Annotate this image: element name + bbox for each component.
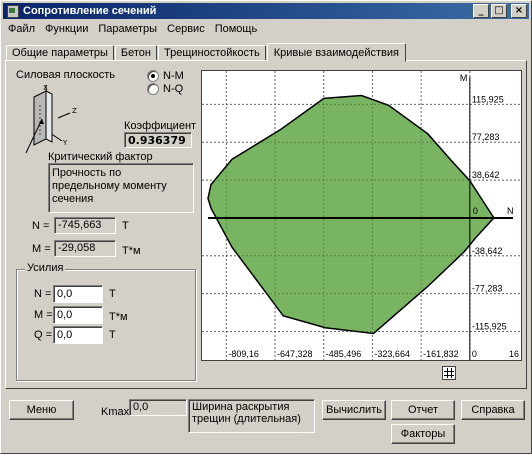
effort-m-input[interactable]: 0,0 [53, 306, 103, 324]
crack-width-text: Ширина раскрытия трещин (длительная) [192, 401, 301, 425]
menu-service[interactable]: Сервис [162, 23, 210, 35]
tab-interaction-curves[interactable]: Кривые взаимодействия [266, 43, 406, 62]
app-window: Сопротивление сечений _ □ × Файл Функции… [0, 0, 532, 454]
help-button[interactable]: Справка [461, 400, 525, 420]
report-button[interactable]: Отчет [391, 400, 455, 420]
grid-toggle-icon[interactable] [442, 366, 456, 380]
m-result-box: -29,058 [54, 240, 116, 257]
effort-m-label: M = [34, 309, 53, 321]
coefficient-box: 0.936379 [124, 132, 192, 148]
menu-button[interactable]: Меню [9, 400, 74, 420]
effort-q-input[interactable]: 0,0 [53, 326, 103, 344]
radio-nm[interactable] [147, 70, 159, 82]
menu-bar: Файл Функции Параметры Сервис Помощь [3, 20, 529, 38]
n-result-value: -745,663 [58, 219, 102, 231]
m-result-label: M = [32, 243, 51, 255]
tab-panel: Силовая плоскость N-M N-Q X Z Y Коэффици… [5, 60, 527, 389]
radio-nq[interactable] [147, 83, 159, 95]
menu-help[interactable]: Помощь [210, 23, 263, 35]
radio-nm-label[interactable]: N-M [163, 70, 184, 82]
tab-strip: Общие параметры Бетон Трещиностойкость К… [6, 43, 407, 62]
effort-q-label: Q = [34, 329, 53, 341]
x-tick-label: 16 [509, 349, 519, 359]
y-tick-label: -115,925 [472, 322, 507, 332]
y-tick-label: 38,642 [472, 170, 500, 180]
x-tick-label: -647,328 [277, 349, 313, 359]
section-orientation-icon: X Z Y [25, 84, 77, 154]
x-tick-label: -161,832 [423, 349, 459, 359]
interaction-curve-plot[interactable]: 115,925 77,283 38,642 -38,642 -77,283 -115,92… [201, 70, 522, 361]
critical-factor-label: Критический фактор [48, 151, 153, 163]
efforts-title: Усилия [25, 262, 66, 274]
menu-functions[interactable]: Функции [40, 23, 93, 35]
critical-factor-text: Прочность по предельному моменту сечения [52, 167, 167, 205]
calculate-button[interactable]: Вычислить [322, 400, 386, 420]
title-bar: Сопротивление сечений _ □ × [3, 3, 529, 19]
effort-n-unit: T [109, 288, 116, 300]
efforts-group: Усилия [16, 262, 196, 381]
coefficient-label: Коэффициент [124, 120, 197, 132]
tab-crack-resistance[interactable]: Трещиностойкость [158, 45, 266, 61]
y-tick-label: -77,283 [472, 284, 503, 294]
y-tick-label: 115,925 [472, 94, 504, 104]
effort-m-value: 0,0 [57, 309, 73, 321]
x-tick-label: -323,664 [374, 349, 410, 359]
x-tick-label: -485,496 [326, 349, 362, 359]
origin-label: 0 [473, 206, 478, 216]
radio-nq-label[interactable]: N-Q [163, 83, 183, 95]
effort-m-unit: T*м [109, 311, 128, 323]
coefficient-value: 0.936379 [128, 134, 186, 147]
window-title: Сопротивление сечений [23, 5, 157, 17]
m-axis-label: M [460, 73, 468, 83]
menu-parameters[interactable]: Параметры [93, 23, 162, 35]
tab-concrete[interactable]: Бетон [114, 45, 157, 61]
close-button[interactable]: × [511, 4, 527, 18]
kmax-box: 0,0 [129, 399, 187, 416]
factors-button[interactable]: Факторы [391, 424, 455, 444]
interaction-region [207, 94, 495, 335]
n-result-box: -745,663 [54, 217, 116, 234]
n-result-label: N = [32, 220, 50, 232]
minimize-button[interactable]: _ [473, 4, 489, 18]
kmax-value: 0,0 [133, 401, 149, 413]
effort-n-input[interactable]: 0,0 [53, 285, 103, 303]
x-tick-label: -809,16 [228, 349, 259, 359]
n-result-unit: T [122, 220, 129, 232]
critical-factor-box: Прочность по предельному моменту сечения [48, 163, 194, 213]
m-result-value: -29,058 [58, 242, 96, 254]
maximize-button[interactable]: □ [491, 4, 507, 18]
menu-file[interactable]: Файл [3, 23, 40, 35]
crack-width-box: Ширина раскрытия трещин (длительная) [188, 399, 315, 433]
n-axis-label: N [507, 206, 514, 216]
effort-n-label: N = [34, 288, 52, 300]
x-tick-label: 0 [472, 349, 477, 359]
interaction-curve-svg: 115,925 77,283 38,642 -38,642 -77,283 -115,92… [202, 71, 521, 360]
app-icon [5, 4, 19, 18]
tab-general[interactable]: Общие параметры [6, 45, 114, 61]
effort-n-value: 0,0 [57, 288, 73, 300]
effort-q-value: 0,0 [57, 329, 73, 341]
force-plane-label: Силовая плоскость [16, 69, 116, 81]
svg-text:Z: Z [72, 107, 77, 115]
effort-q-unit: T [109, 329, 116, 341]
svg-text:Y: Y [62, 139, 68, 147]
m-result-unit: T*м [122, 245, 141, 257]
y-tick-label: -38,642 [472, 246, 503, 256]
y-tick-label: 77,283 [472, 132, 500, 142]
